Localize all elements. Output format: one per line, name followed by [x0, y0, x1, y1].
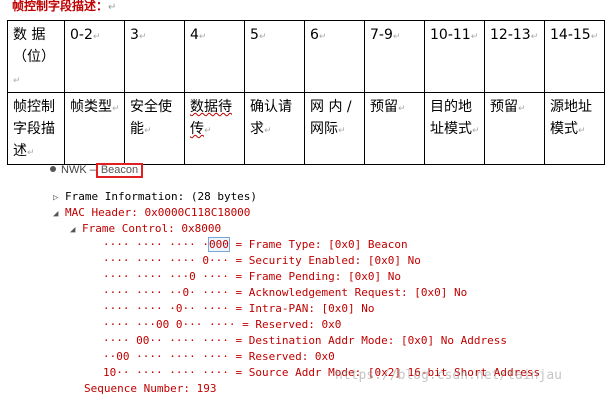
frame-control-table: 数 据（位）↵ 0-2↵ 3↵ 4↵ 5↵ 6↵ 7-9↵ 10-11↵ 12-…: [7, 20, 605, 165]
table-cell: 帧类型↵: [64, 92, 125, 165]
table-row-bits: 数 据（位）↵ 0-2↵ 3↵ 4↵ 5↵ 6↵ 7-9↵ 10-11↵ 12-…: [7, 20, 605, 93]
nwk-label: NWK –: [61, 164, 96, 176]
nwk-header[interactable]: NWK – Beacon: [50, 163, 144, 179]
table-cell: 10-11↵: [424, 20, 485, 93]
table-cell: 预留↵: [364, 92, 425, 165]
field-reserved-2[interactable]: ··00 ···· ···· ···· = Reserved: 0x0: [103, 349, 335, 365]
tree-node-mac-header[interactable]: ◢ MAC Header: 0x0000C118C18000: [53, 205, 250, 221]
table-cell: 0-2↵: [64, 20, 125, 93]
table-cell: 数据待传↵: [184, 92, 245, 165]
tree-node-sequence-number[interactable]: Sequence Number: 193: [84, 381, 216, 397]
field-frame-type[interactable]: ···· ···· ···· ·000 = Frame Type: [0x0] …: [103, 237, 408, 253]
table-cell: 预留↵: [484, 92, 545, 165]
collapse-down-icon[interactable]: ◢: [70, 222, 82, 238]
collapse-down-icon[interactable]: ◢: [53, 206, 65, 222]
table-cell: 5↵: [244, 20, 305, 93]
section-heading: 帧控制字段描述：↵: [12, 0, 117, 13]
field-reserved-1[interactable]: ···· ···00 0··· ···· = Reserved: 0x0: [103, 317, 341, 333]
table-cell: 12-13↵: [484, 20, 545, 93]
field-security-enabled[interactable]: ···· ···· ···· 0··· = Security Enabled: …: [103, 253, 421, 269]
beacon-highlight[interactable]: Beacon: [95, 163, 144, 178]
table-cell: 14-15↵: [544, 20, 605, 93]
table-cell: 帧控制字段描述↵: [7, 92, 65, 165]
table-cell: 4↵: [184, 20, 245, 93]
table-cell: 数 据（位）↵: [7, 20, 65, 93]
table-cell: 6↵: [304, 20, 365, 93]
table-cell: 网 内 / 网际↵: [304, 92, 365, 165]
bullet-icon: [50, 166, 56, 172]
bits-highlight: 000: [207, 237, 230, 252]
table-row-desc: 帧控制字段描述↵ 帧类型↵ 安全使能↵ 数据待传↵ 确认请求↵ 网 内 / 网际…: [7, 92, 605, 165]
field-dest-addr-mode[interactable]: ···· 00·· ···· ···· = Destination Addr M…: [103, 333, 507, 349]
table-cell: 3↵: [124, 20, 185, 93]
table-cell: 目的地址模式↵: [424, 92, 485, 165]
table-cell: 确认请求↵: [244, 92, 305, 165]
table-cell: 安全使能↵: [124, 92, 185, 165]
tree-node-frame-control[interactable]: ◢ Frame Control: 0x8000: [70, 221, 221, 237]
field-frame-pending[interactable]: ···· ···· ···0 ···· = Frame Pending: [0x…: [103, 269, 401, 285]
field-ack-request[interactable]: ···· ···· ··0· ···· = Acknowledgement Re…: [103, 285, 467, 301]
table-cell: 7-9↵: [364, 20, 425, 93]
field-intra-pan[interactable]: ···· ···· ·0·· ···· = Intra-PAN: [0x0] N…: [103, 301, 375, 317]
tree-node-frame-information[interactable]: ▷ Frame Information: (28 bytes): [53, 189, 257, 205]
expand-right-icon[interactable]: ▷: [53, 190, 65, 206]
watermark: https://blog.csdn.net/tainjau: [335, 368, 562, 383]
table-cell: 源地址模式↵: [544, 92, 605, 165]
packet-decode-panel: NWK – Beacon ▷ Frame Information: (28 byte…: [45, 155, 600, 400]
